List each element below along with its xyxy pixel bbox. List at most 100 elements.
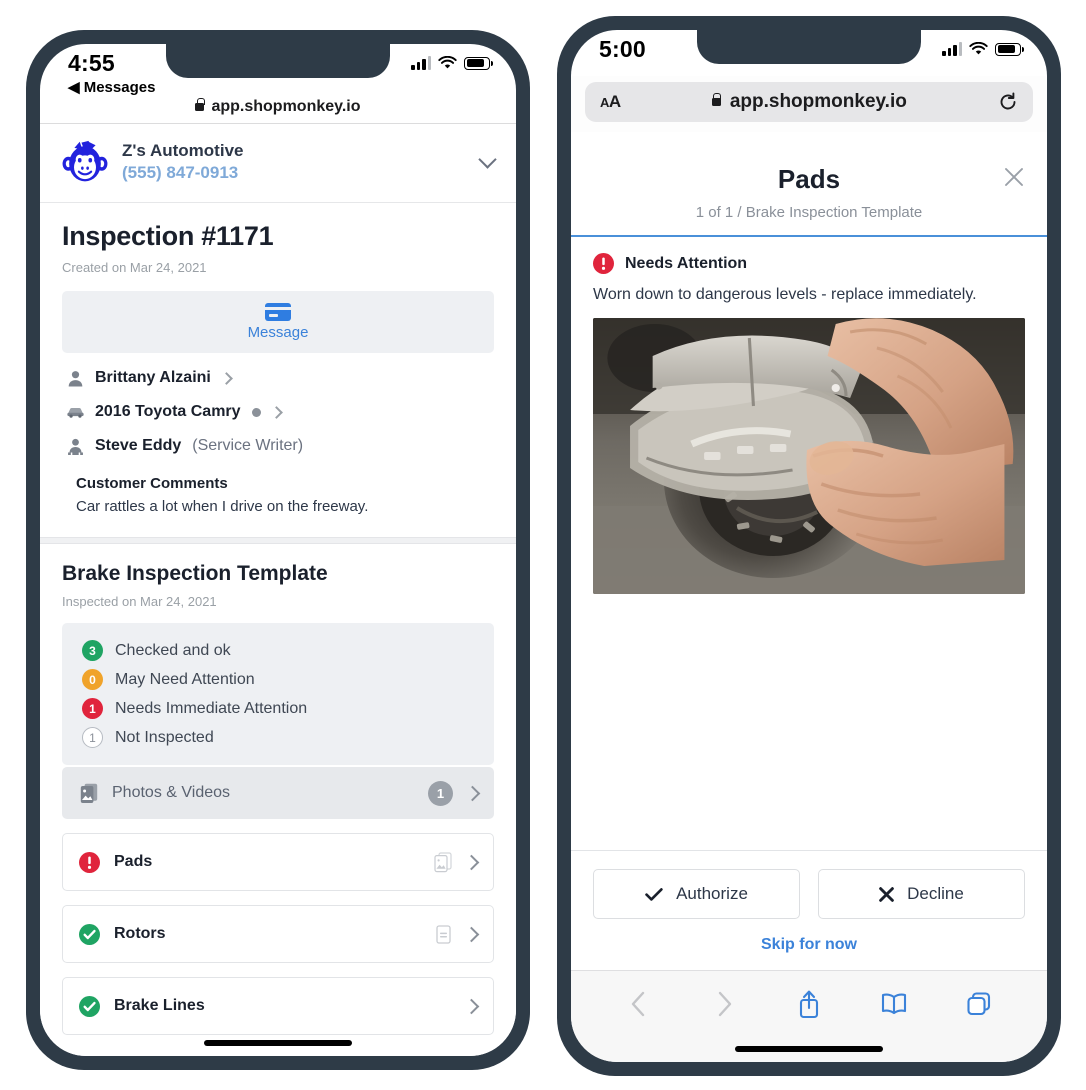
inspection-section: Inspection #1171 Created on Mar 24, 2021… bbox=[40, 203, 516, 537]
reload-icon[interactable] bbox=[998, 92, 1018, 112]
wifi-icon bbox=[438, 56, 457, 69]
photo-container bbox=[571, 304, 1047, 594]
inspection-item-brake-lines[interactable]: Brake Lines bbox=[62, 977, 494, 1035]
page-content-right: Pads 1 of 1 / Brake Inspection Template … bbox=[571, 148, 1047, 970]
decline-label: Decline bbox=[907, 884, 964, 903]
status-bar-left: 4:55 ◀ Messages bbox=[40, 44, 516, 96]
vehicle-name: 2016 Toyota Camry bbox=[95, 403, 241, 420]
authorize-label: Authorize bbox=[676, 884, 748, 903]
car-icon bbox=[67, 407, 84, 418]
status-badge: 1 bbox=[82, 727, 103, 748]
text-size-button[interactable]: AA bbox=[600, 92, 621, 112]
check-circle-icon bbox=[79, 995, 100, 1017]
item-status-label: Needs Attention bbox=[625, 254, 748, 272]
safari-url-bar-right: AA app.shopmonkey.io bbox=[571, 76, 1047, 132]
message-button[interactable]: Message bbox=[62, 291, 494, 353]
customer-comments: Customer Comments Car rattles a lot when… bbox=[62, 455, 494, 537]
customer-row[interactable]: Brittany Alzaini bbox=[62, 353, 494, 387]
legend-item: 1 Needs Immediate Attention bbox=[82, 694, 494, 723]
message-card-icon bbox=[265, 303, 291, 321]
shopmonkey-monkey-logo bbox=[62, 140, 108, 182]
template-section: Brake Inspection Template Inspected on M… bbox=[40, 544, 516, 1035]
action-bar: Authorize Decline Skip for now bbox=[571, 850, 1047, 970]
shop-phone[interactable]: (555) 847-0913 bbox=[122, 162, 455, 184]
phone-right: 5:00 AA app.shopmonkey.io Pads 1 of 1 / … bbox=[557, 16, 1061, 1076]
message-button-label: Message bbox=[247, 324, 309, 341]
screenshot-stage: 4:55 ◀ Messages app.shopmonkey.io Z's Au… bbox=[0, 0, 1086, 1090]
created-date: Created on Mar 24, 2021 bbox=[62, 260, 207, 275]
service-writer-row: Steve Eddy (Service Writer) bbox=[62, 421, 494, 455]
chevron-down-icon[interactable] bbox=[478, 149, 497, 169]
template-inspected-date: Inspected on Mar 24, 2021 bbox=[62, 594, 217, 609]
battery-icon bbox=[464, 56, 493, 70]
home-indicator bbox=[735, 1046, 883, 1052]
modal-header: Pads 1 of 1 / Brake Inspection Template bbox=[571, 148, 1047, 235]
photo-document-icon bbox=[434, 851, 452, 872]
legend-label: Checked and ok bbox=[115, 641, 231, 659]
chevron-right-icon[interactable] bbox=[464, 785, 481, 801]
photos-videos-row[interactable]: Photos & Videos 1 bbox=[62, 767, 494, 819]
modal-subtitle: 1 of 1 / Brake Inspection Template bbox=[695, 204, 923, 221]
brake-pads-photo[interactable] bbox=[593, 318, 1025, 594]
chevron-right-icon[interactable] bbox=[220, 371, 233, 385]
inspection-item-rotors[interactable]: Rotors bbox=[62, 905, 494, 963]
home-indicator bbox=[204, 1040, 352, 1046]
url-text: app.shopmonkey.io bbox=[729, 91, 907, 112]
item-description: Worn down to dangerous levels - replace … bbox=[593, 286, 977, 303]
status-bar-right: 5:00 bbox=[571, 30, 1047, 76]
phone-left: 4:55 ◀ Messages app.shopmonkey.io Z's Au… bbox=[26, 30, 530, 1070]
page-content-left: Z's Automotive (555) 847-0913 Inspection… bbox=[40, 124, 516, 1056]
close-icon[interactable] bbox=[1003, 166, 1025, 188]
decline-button[interactable]: Decline bbox=[818, 869, 1025, 919]
tabs-icon[interactable] bbox=[962, 987, 996, 1021]
legend-label: Not Inspected bbox=[115, 728, 214, 746]
phone-left-screen: 4:55 ◀ Messages app.shopmonkey.io Z's Au… bbox=[40, 44, 516, 1056]
skip-for-now-link[interactable]: Skip for now bbox=[593, 936, 1025, 954]
note-document-icon bbox=[436, 924, 451, 944]
legend-label: May Need Attention bbox=[115, 670, 255, 688]
chevron-right-icon[interactable] bbox=[463, 926, 480, 942]
x-mark-icon bbox=[879, 886, 894, 902]
status-time: 5:00 bbox=[599, 36, 646, 62]
item-status-row: Needs Attention bbox=[571, 237, 1047, 274]
alert-circle-icon bbox=[593, 253, 614, 274]
photos-videos-count: 1 bbox=[428, 780, 453, 806]
customer-name: Brittany Alzaini bbox=[95, 369, 211, 386]
back-to-messages-link[interactable]: ◀ Messages bbox=[68, 78, 155, 96]
share-icon[interactable] bbox=[792, 987, 826, 1021]
chevron-right-icon[interactable] bbox=[463, 854, 480, 870]
chevron-right-icon[interactable] bbox=[269, 405, 283, 419]
service-writer-icon bbox=[68, 438, 83, 455]
authorize-button[interactable]: Authorize bbox=[593, 869, 800, 919]
status-time: 4:55 bbox=[68, 50, 115, 76]
brake-pads-illustration bbox=[593, 318, 1025, 594]
inspection-item-pads[interactable]: Pads bbox=[62, 833, 494, 891]
url-text: app.shopmonkey.io bbox=[211, 97, 361, 115]
battery-icon bbox=[995, 42, 1024, 56]
page-title: Inspection #1171 bbox=[62, 221, 274, 251]
phone-right-screen: 5:00 AA app.shopmonkey.io Pads 1 of 1 / … bbox=[571, 30, 1047, 1062]
customer-comments-title: Customer Comments bbox=[76, 475, 228, 492]
status-legend: 3 Checked and ok 0 May Need Attention 1 … bbox=[62, 623, 494, 765]
legend-item: 0 May Need Attention bbox=[82, 665, 494, 694]
template-title: Brake Inspection Template bbox=[62, 562, 328, 585]
inspection-item-label: Brake Lines bbox=[114, 997, 205, 1014]
bookmarks-book-icon[interactable] bbox=[877, 987, 911, 1021]
forward-chevron-icon[interactable] bbox=[707, 987, 741, 1021]
wifi-icon bbox=[969, 42, 988, 55]
legend-item: 3 Checked and ok bbox=[82, 636, 494, 665]
url-pill[interactable]: AA app.shopmonkey.io bbox=[585, 82, 1033, 122]
vehicle-status-dot bbox=[251, 407, 261, 417]
back-chevron-icon[interactable] bbox=[622, 987, 656, 1021]
shop-header[interactable]: Z's Automotive (555) 847-0913 bbox=[40, 124, 516, 203]
cellular-signal-icon bbox=[942, 42, 962, 56]
inspection-item-label: Rotors bbox=[114, 925, 166, 942]
check-circle-icon bbox=[79, 923, 100, 945]
url-display[interactable]: app.shopmonkey.io bbox=[711, 91, 907, 113]
legend-label: Needs Immediate Attention bbox=[115, 699, 308, 717]
inspection-item-label: Pads bbox=[114, 853, 153, 870]
modal-title: Pads bbox=[777, 164, 841, 194]
vehicle-row[interactable]: 2016 Toyota Camry bbox=[62, 387, 494, 421]
photo-document-icon bbox=[80, 783, 98, 803]
chevron-right-icon[interactable] bbox=[463, 998, 480, 1014]
